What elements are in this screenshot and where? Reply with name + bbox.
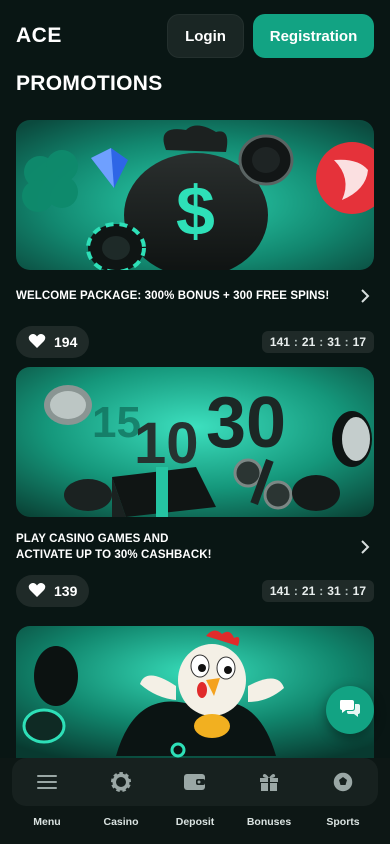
page-title: PROMOTIONS [16, 72, 163, 95]
app-logo[interactable]: ACE [16, 24, 62, 48]
promo-banner-image[interactable] [16, 626, 374, 758]
app-header: ACE Login Registration [0, 0, 390, 72]
login-button[interactable]: Login [167, 14, 244, 58]
chat-support-button[interactable] [326, 686, 374, 734]
chevron-right-icon[interactable] [356, 538, 374, 556]
registration-button[interactable]: Registration [253, 14, 374, 58]
promo-meta: 194 141 : 21 : 31 : 17 [16, 326, 374, 358]
timer-minutes: 31 [327, 584, 341, 598]
soccer-ball-icon [332, 758, 354, 806]
like-count: 139 [54, 583, 78, 599]
promo-title-row[interactable]: PLAY CASINO GAMES AND ACTIVATE UP TO 30%… [16, 531, 374, 563]
nav-label: Menu [33, 816, 61, 828]
timer-separator: : [319, 584, 324, 598]
promo-banner-image[interactable]: $ [16, 120, 374, 270]
timer-seconds: 17 [352, 584, 366, 598]
timer-minutes: 31 [327, 335, 341, 349]
nav-item-casino[interactable]: Casino [88, 758, 154, 844]
digits-graphic: 30 [206, 383, 286, 463]
promo-title-row[interactable]: WELCOME PACKAGE: 300% BONUS + 300 FREE S… [16, 284, 374, 308]
timer-hours: 21 [301, 584, 316, 598]
menu-icon [37, 758, 57, 806]
like-button[interactable]: 139 [16, 575, 90, 607]
header-actions: Login Registration [167, 14, 374, 58]
casino-chip-icon [110, 758, 132, 806]
nav-item-menu[interactable]: Menu [14, 758, 80, 844]
promo-banner-image[interactable]: 15 30 10 [16, 367, 374, 517]
promo-meta: 139 141 : 21 : 31 : 17 [16, 575, 374, 607]
gift-icon [259, 758, 279, 806]
timer-separator: : [319, 335, 324, 349]
timer-separator: : [344, 335, 349, 349]
timer-separator: : [293, 584, 298, 598]
nav-label: Casino [103, 816, 139, 828]
promo-card-third[interactable] [16, 626, 374, 758]
bottom-nav-items: Menu Casino Deposit Bonuses Sports [0, 758, 390, 844]
timer-separator: : [344, 584, 349, 598]
nav-label: Deposit [175, 816, 215, 828]
timer-days: 141 [269, 584, 290, 598]
timer-hours: 21 [301, 335, 316, 349]
digits-graphic: 10 [134, 411, 199, 476]
svg-text:$: $ [176, 172, 215, 250]
nav-label: Bonuses [246, 816, 292, 828]
like-button[interactable]: 194 [16, 326, 90, 358]
countdown-timer: 141 : 21 : 31 : 17 [261, 331, 374, 353]
bottom-navigation: Menu Casino Deposit Bonuses Sports [0, 758, 390, 844]
heart-icon [28, 582, 46, 601]
clover-icon [22, 150, 78, 212]
chevron-right-icon[interactable] [356, 287, 374, 305]
countdown-timer: 141 : 21 : 31 : 17 [261, 580, 374, 602]
wallet-icon [184, 758, 206, 806]
promo-title: WELCOME PACKAGE: 300% BONUS + 300 FREE S… [16, 290, 330, 302]
timer-days: 141 [269, 335, 290, 349]
promo-card-welcome[interactable]: $ WELCOME PACKAGE: 300% BONUS + 300 FREE… [16, 120, 374, 358]
nav-item-deposit[interactable]: Deposit [162, 758, 228, 844]
nav-item-bonuses[interactable]: Bonuses [236, 758, 302, 844]
promo-title: PLAY CASINO GAMES AND ACTIVATE UP TO 30%… [16, 533, 212, 561]
chat-bubbles-icon [339, 698, 361, 723]
like-count: 194 [54, 334, 78, 350]
heart-icon [28, 333, 46, 352]
promo-card-cashback[interactable]: 15 30 10 PLAY CASINO GAMES AND ACTIVATE … [16, 367, 374, 607]
timer-seconds: 17 [352, 335, 366, 349]
nav-label: Sports [326, 816, 360, 828]
nav-item-sports[interactable]: Sports [310, 758, 376, 844]
timer-separator: : [293, 335, 298, 349]
